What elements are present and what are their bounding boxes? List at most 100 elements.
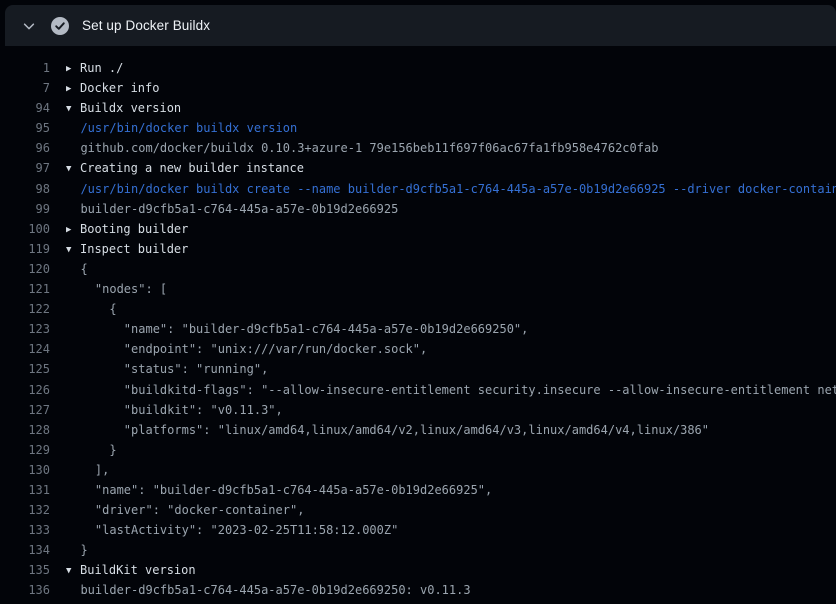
line-gutter-gap <box>50 540 66 560</box>
log-line[interactable]: 94 ▼Buildx version <box>0 98 836 118</box>
log-line[interactable]: 97 ▼Creating a new builder instance <box>0 158 836 178</box>
log-line: 122 { <box>0 299 836 319</box>
line-number-link[interactable]: 119 <box>0 239 50 259</box>
log-text: "endpoint": "unix:///var/run/docker.sock… <box>66 339 427 359</box>
line-number-link[interactable]: 132 <box>0 500 50 520</box>
line-number-link[interactable]: 128 <box>0 420 50 440</box>
line-number-link[interactable]: 98 <box>0 179 50 199</box>
group-expanded-triangle-icon[interactable]: ▼ <box>66 561 80 581</box>
line-number-link[interactable]: 120 <box>0 259 50 279</box>
log-line: 123 "name": "builder-d9cfb5a1-c764-445a-… <box>0 319 836 339</box>
log-text: "buildkitd-flags": "--allow-insecure-ent… <box>66 380 836 400</box>
log-line: 136 builder-d9cfb5a1-c764-445a-a57e-0b19… <box>0 580 836 600</box>
line-gutter-gap <box>50 580 66 600</box>
line-number-link[interactable]: 94 <box>0 98 50 118</box>
log-text: builder-d9cfb5a1-c764-445a-a57e-0b19d2e6… <box>66 580 471 600</box>
line-number-link[interactable]: 96 <box>0 138 50 158</box>
line-number-link[interactable]: 123 <box>0 319 50 339</box>
group-collapsed-triangle-icon[interactable]: ▶ <box>66 79 80 99</box>
log-line[interactable]: 1 ▶Run ./ <box>0 58 836 78</box>
step-header[interactable]: Set up Docker Buildx <box>5 5 836 46</box>
log-text: "driver": "docker-container", <box>66 500 304 520</box>
line-gutter-gap <box>50 138 66 158</box>
line-number-link[interactable]: 99 <box>0 199 50 219</box>
line-gutter-gap <box>50 239 66 259</box>
log-text: ▼Inspect builder <box>66 239 188 259</box>
line-number-link[interactable]: 121 <box>0 279 50 299</box>
line-gutter-gap <box>50 158 66 178</box>
line-number-link[interactable]: 127 <box>0 400 50 420</box>
log-line[interactable]: 7 ▶Docker info <box>0 78 836 98</box>
log-line: 120 { <box>0 259 836 279</box>
line-number-link[interactable]: 133 <box>0 520 50 540</box>
log-line: 99 builder-d9cfb5a1-c764-445a-a57e-0b19d… <box>0 199 836 219</box>
line-number-link[interactable]: 134 <box>0 540 50 560</box>
log-text: } <box>66 440 117 460</box>
log-text: "name": "builder-d9cfb5a1-c764-445a-a57e… <box>66 480 492 500</box>
line-gutter-gap <box>50 58 66 78</box>
line-gutter-gap <box>50 339 66 359</box>
line-number-link[interactable]: 1 <box>0 58 50 78</box>
line-number-link[interactable]: 131 <box>0 480 50 500</box>
line-gutter-gap <box>50 380 66 400</box>
log-line[interactable]: 100 ▶Booting builder <box>0 219 836 239</box>
log-text: builder-d9cfb5a1-c764-445a-a57e-0b19d2e6… <box>66 199 398 219</box>
log-line: 131 "name": "builder-d9cfb5a1-c764-445a-… <box>0 480 836 500</box>
log-line: 128 "platforms": "linux/amd64,linux/amd6… <box>0 420 836 440</box>
line-gutter-gap <box>50 480 66 500</box>
log-text: { <box>66 259 88 279</box>
log-line: 121 "nodes": [ <box>0 279 836 299</box>
line-number-link[interactable]: 129 <box>0 440 50 460</box>
log-line: 133 "lastActivity": "2023-02-25T11:58:12… <box>0 520 836 540</box>
line-gutter-gap <box>50 259 66 279</box>
line-gutter-gap <box>50 219 66 239</box>
log-line: 126 "buildkitd-flags": "--allow-insecure… <box>0 380 836 400</box>
line-number-link[interactable]: 136 <box>0 580 50 600</box>
line-number-link[interactable]: 100 <box>0 219 50 239</box>
group-expanded-triangle-icon[interactable]: ▼ <box>66 240 80 260</box>
log-text: } <box>66 540 88 560</box>
log-text: { <box>66 299 117 319</box>
line-gutter-gap <box>50 520 66 540</box>
log-text: ▼Creating a new builder instance <box>66 158 304 178</box>
log-text: ▶Run ./ <box>66 58 123 78</box>
line-gutter-gap <box>50 118 66 138</box>
group-collapsed-triangle-icon[interactable]: ▶ <box>66 220 80 240</box>
log-text: ▼Buildx version <box>66 98 181 118</box>
line-gutter-gap <box>50 440 66 460</box>
log-text: "name": "builder-d9cfb5a1-c764-445a-a57e… <box>66 319 528 339</box>
line-number-link[interactable]: 125 <box>0 359 50 379</box>
log-line: 98 /usr/bin/docker buildx create --name … <box>0 179 836 199</box>
group-expanded-triangle-icon[interactable]: ▼ <box>66 99 80 119</box>
line-gutter-gap <box>50 179 66 199</box>
log-text: ▶Docker info <box>66 78 159 98</box>
line-gutter-gap <box>50 560 66 580</box>
log-text: "platforms": "linux/amd64,linux/amd64/v2… <box>66 420 709 440</box>
line-number-link[interactable]: 130 <box>0 460 50 480</box>
line-number-link[interactable]: 122 <box>0 299 50 319</box>
log-line: 124 "endpoint": "unix:///var/run/docker.… <box>0 339 836 359</box>
line-number-link[interactable]: 95 <box>0 118 50 138</box>
line-gutter-gap <box>50 199 66 219</box>
line-number-link[interactable]: 7 <box>0 78 50 98</box>
log-line: 130 ], <box>0 460 836 480</box>
line-gutter-gap <box>50 279 66 299</box>
line-number-link[interactable]: 135 <box>0 560 50 580</box>
line-gutter-gap <box>50 299 66 319</box>
group-collapsed-triangle-icon[interactable]: ▶ <box>66 59 80 79</box>
log-text: /usr/bin/docker buildx version <box>66 118 297 138</box>
line-number-link[interactable]: 124 <box>0 339 50 359</box>
log-line: 125 "status": "running", <box>0 359 836 379</box>
line-number-link[interactable]: 126 <box>0 380 50 400</box>
group-expanded-triangle-icon[interactable]: ▼ <box>66 159 80 179</box>
log-line: 134 } <box>0 540 836 560</box>
line-gutter-gap <box>50 420 66 440</box>
log-line[interactable]: 119 ▼Inspect builder <box>0 239 836 259</box>
log-text: github.com/docker/buildx 0.10.3+azure-1 … <box>66 138 658 158</box>
log-text: "lastActivity": "2023-02-25T11:58:12.000… <box>66 520 398 540</box>
line-number-link[interactable]: 97 <box>0 158 50 178</box>
line-gutter-gap <box>50 319 66 339</box>
log-line[interactable]: 135 ▼BuildKit version <box>0 560 836 580</box>
chevron-down-icon[interactable] <box>21 18 37 34</box>
log-line: 132 "driver": "docker-container", <box>0 500 836 520</box>
